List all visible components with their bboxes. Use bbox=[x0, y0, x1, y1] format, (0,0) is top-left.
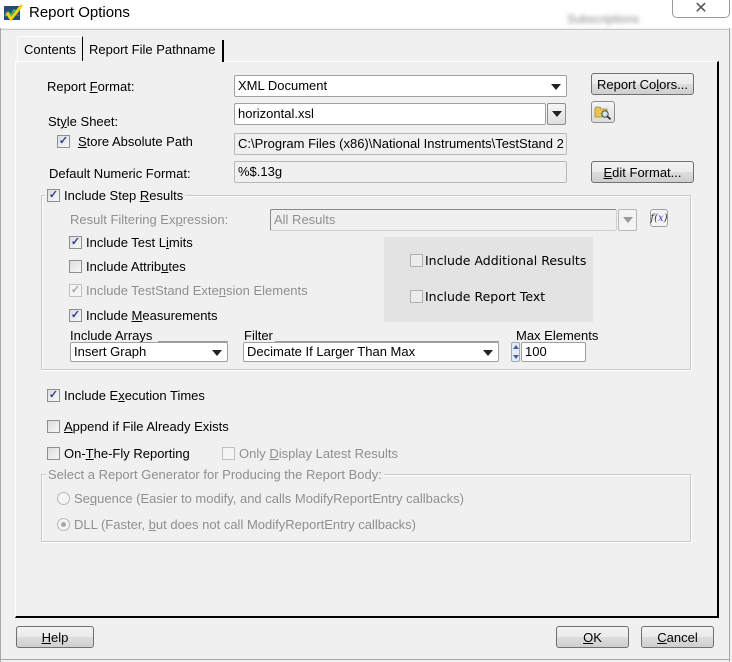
include-arrays-label: Include Arrays bbox=[70, 328, 153, 343]
frame-edge bbox=[0, 659, 730, 660]
filter-label: Filter bbox=[244, 328, 273, 343]
chevron-down-icon bbox=[622, 217, 633, 223]
cancel-button[interactable]: Cancel bbox=[641, 626, 714, 648]
include-step-results-checkbox[interactable]: ✓ Include Step Results bbox=[45, 188, 186, 203]
expression-browser-button[interactable]: f(x) bbox=[650, 209, 668, 227]
additional-options-panel bbox=[384, 237, 593, 322]
report-format-label: Report Format: bbox=[47, 79, 135, 94]
checkbox-checked[interactable]: ✓ bbox=[47, 389, 60, 402]
on-the-fly-reporting-checkbox[interactable]: On-The-Fly Reporting bbox=[47, 446, 190, 461]
checkbox-checked[interactable]: ✓ bbox=[57, 135, 70, 148]
radio-unselected[interactable] bbox=[57, 492, 70, 505]
close-icon: ✕ bbox=[694, 0, 708, 17]
result-filtering-expression-label: Result Filtering Expression: bbox=[70, 212, 229, 227]
checkbox-checked[interactable]: ✓ bbox=[69, 236, 82, 249]
checkbox-unchecked[interactable] bbox=[410, 254, 423, 267]
title-bar: Report Options Subscriptions ✕ bbox=[0, 0, 732, 28]
absolute-path-field: C:\Program Files (x86)\National Instrume… bbox=[234, 133, 567, 155]
ok-button[interactable]: OK bbox=[556, 626, 629, 648]
checkbox-unchecked[interactable] bbox=[410, 290, 423, 303]
style-sheet-label: Style Sheet: bbox=[48, 114, 119, 129]
window-title: Report Options bbox=[29, 4, 130, 21]
include-report-text-checkbox[interactable]: Include Report Text bbox=[410, 289, 545, 304]
include-attributes-checkbox[interactable]: Include Attributes bbox=[69, 259, 186, 274]
checkbox-checked[interactable]: ✓ bbox=[69, 309, 82, 322]
include-arrays-select[interactable]: Insert Graph bbox=[70, 342, 228, 362]
checkbox-checked[interactable]: ✓ bbox=[47, 189, 60, 202]
max-elements-value: 100 bbox=[525, 344, 547, 359]
checkbox-unchecked[interactable] bbox=[47, 420, 60, 433]
tab-report-file-pathname[interactable]: Report File Pathname bbox=[84, 40, 224, 62]
frame-edge bbox=[729, 28, 730, 662]
filtering-expression-value: All Results bbox=[274, 212, 336, 227]
style-sheet-dropdown-button[interactable] bbox=[547, 103, 566, 125]
filtering-expression-dropdown-button[interactable] bbox=[618, 209, 637, 231]
max-elements-input[interactable]: 100 bbox=[521, 342, 586, 362]
frame-edge bbox=[0, 29, 730, 30]
include-execution-times-checkbox[interactable]: ✓ Include Execution Times bbox=[47, 388, 205, 403]
report-colors-button[interactable]: Report Co l ors... bbox=[591, 73, 694, 95]
numeric-format-value: %$.13g bbox=[238, 164, 283, 179]
style-sheet-value: horizontal.xsl bbox=[238, 106, 314, 121]
append-if-file-exists-checkbox[interactable]: Append if File Already Exists bbox=[47, 419, 229, 434]
close-button[interactable]: ✕ bbox=[672, 0, 730, 18]
filter-value: Decimate If Larger Than Max bbox=[247, 344, 416, 359]
spin-down-icon[interactable] bbox=[512, 355, 519, 359]
only-display-latest-results-checkbox[interactable]: Only Display Latest Results bbox=[222, 446, 398, 461]
checkbox-unchecked[interactable] bbox=[69, 260, 82, 273]
include-test-limits-checkbox[interactable]: ✓ Include Test Limits bbox=[69, 235, 193, 250]
include-additional-results-checkbox[interactable]: Include Additional Results bbox=[410, 253, 586, 268]
checkbox-unchecked[interactable] bbox=[47, 447, 60, 460]
browse-style-sheet-button[interactable] bbox=[591, 101, 615, 123]
absolute-path-value: C:\Program Files (x86)\National Instrume… bbox=[238, 136, 564, 151]
background-window-title: Subscriptions bbox=[567, 12, 640, 26]
include-arrays-value: Insert Graph bbox=[74, 344, 147, 359]
report-format-value: XML Document bbox=[238, 78, 328, 93]
chevron-down-icon bbox=[551, 111, 562, 117]
edit-format-button[interactable]: Edit Format... bbox=[591, 161, 694, 183]
checkbox-unchecked-disabled[interactable] bbox=[222, 447, 235, 460]
report-generator-sequence-radio[interactable]: Sequence (Easier to modify, and calls Mo… bbox=[57, 491, 464, 506]
max-elements-spinner[interactable] bbox=[511, 342, 520, 362]
chevron-down-icon bbox=[551, 84, 561, 90]
help-button[interactable]: Help bbox=[16, 626, 94, 648]
spin-up-icon[interactable] bbox=[512, 345, 519, 349]
chevron-down-icon bbox=[483, 350, 493, 356]
style-sheet-input[interactable]: horizontal.xsl bbox=[234, 103, 546, 125]
report-format-select[interactable]: XML Document bbox=[234, 75, 567, 97]
folder-search-icon bbox=[594, 106, 612, 120]
default-numeric-format-label: Default Numeric Format: bbox=[49, 166, 191, 181]
frame-edge bbox=[0, 28, 1, 662]
report-generator-dll-radio[interactable]: DLL (Faster, but does not call ModifyRep… bbox=[57, 517, 416, 532]
chevron-down-icon bbox=[212, 350, 222, 356]
include-measurements-checkbox[interactable]: ✓ Include Measurements bbox=[69, 308, 218, 323]
function-icon: f(x) bbox=[650, 212, 668, 224]
filter-select[interactable]: Decimate If Larger Than Max bbox=[243, 342, 499, 362]
store-absolute-path-checkbox[interactable]: ✓ Store Absolute Path bbox=[57, 134, 193, 149]
result-filtering-expression-input[interactable]: All Results bbox=[270, 209, 617, 231]
teststand-app-icon bbox=[4, 4, 24, 22]
report-generator-legend: Select a Report Generator for Producing … bbox=[46, 467, 384, 482]
radio-selected[interactable] bbox=[57, 518, 70, 531]
default-numeric-format-field: %$.13g bbox=[234, 161, 567, 183]
include-teststand-extension-elements-checkbox[interactable]: ✓ Include TestStand Extension Elements bbox=[69, 283, 308, 298]
checkbox-checked-disabled[interactable]: ✓ bbox=[69, 284, 82, 297]
tab-contents[interactable]: Contents bbox=[17, 36, 83, 61]
max-elements-label: Max Elements bbox=[516, 328, 599, 343]
